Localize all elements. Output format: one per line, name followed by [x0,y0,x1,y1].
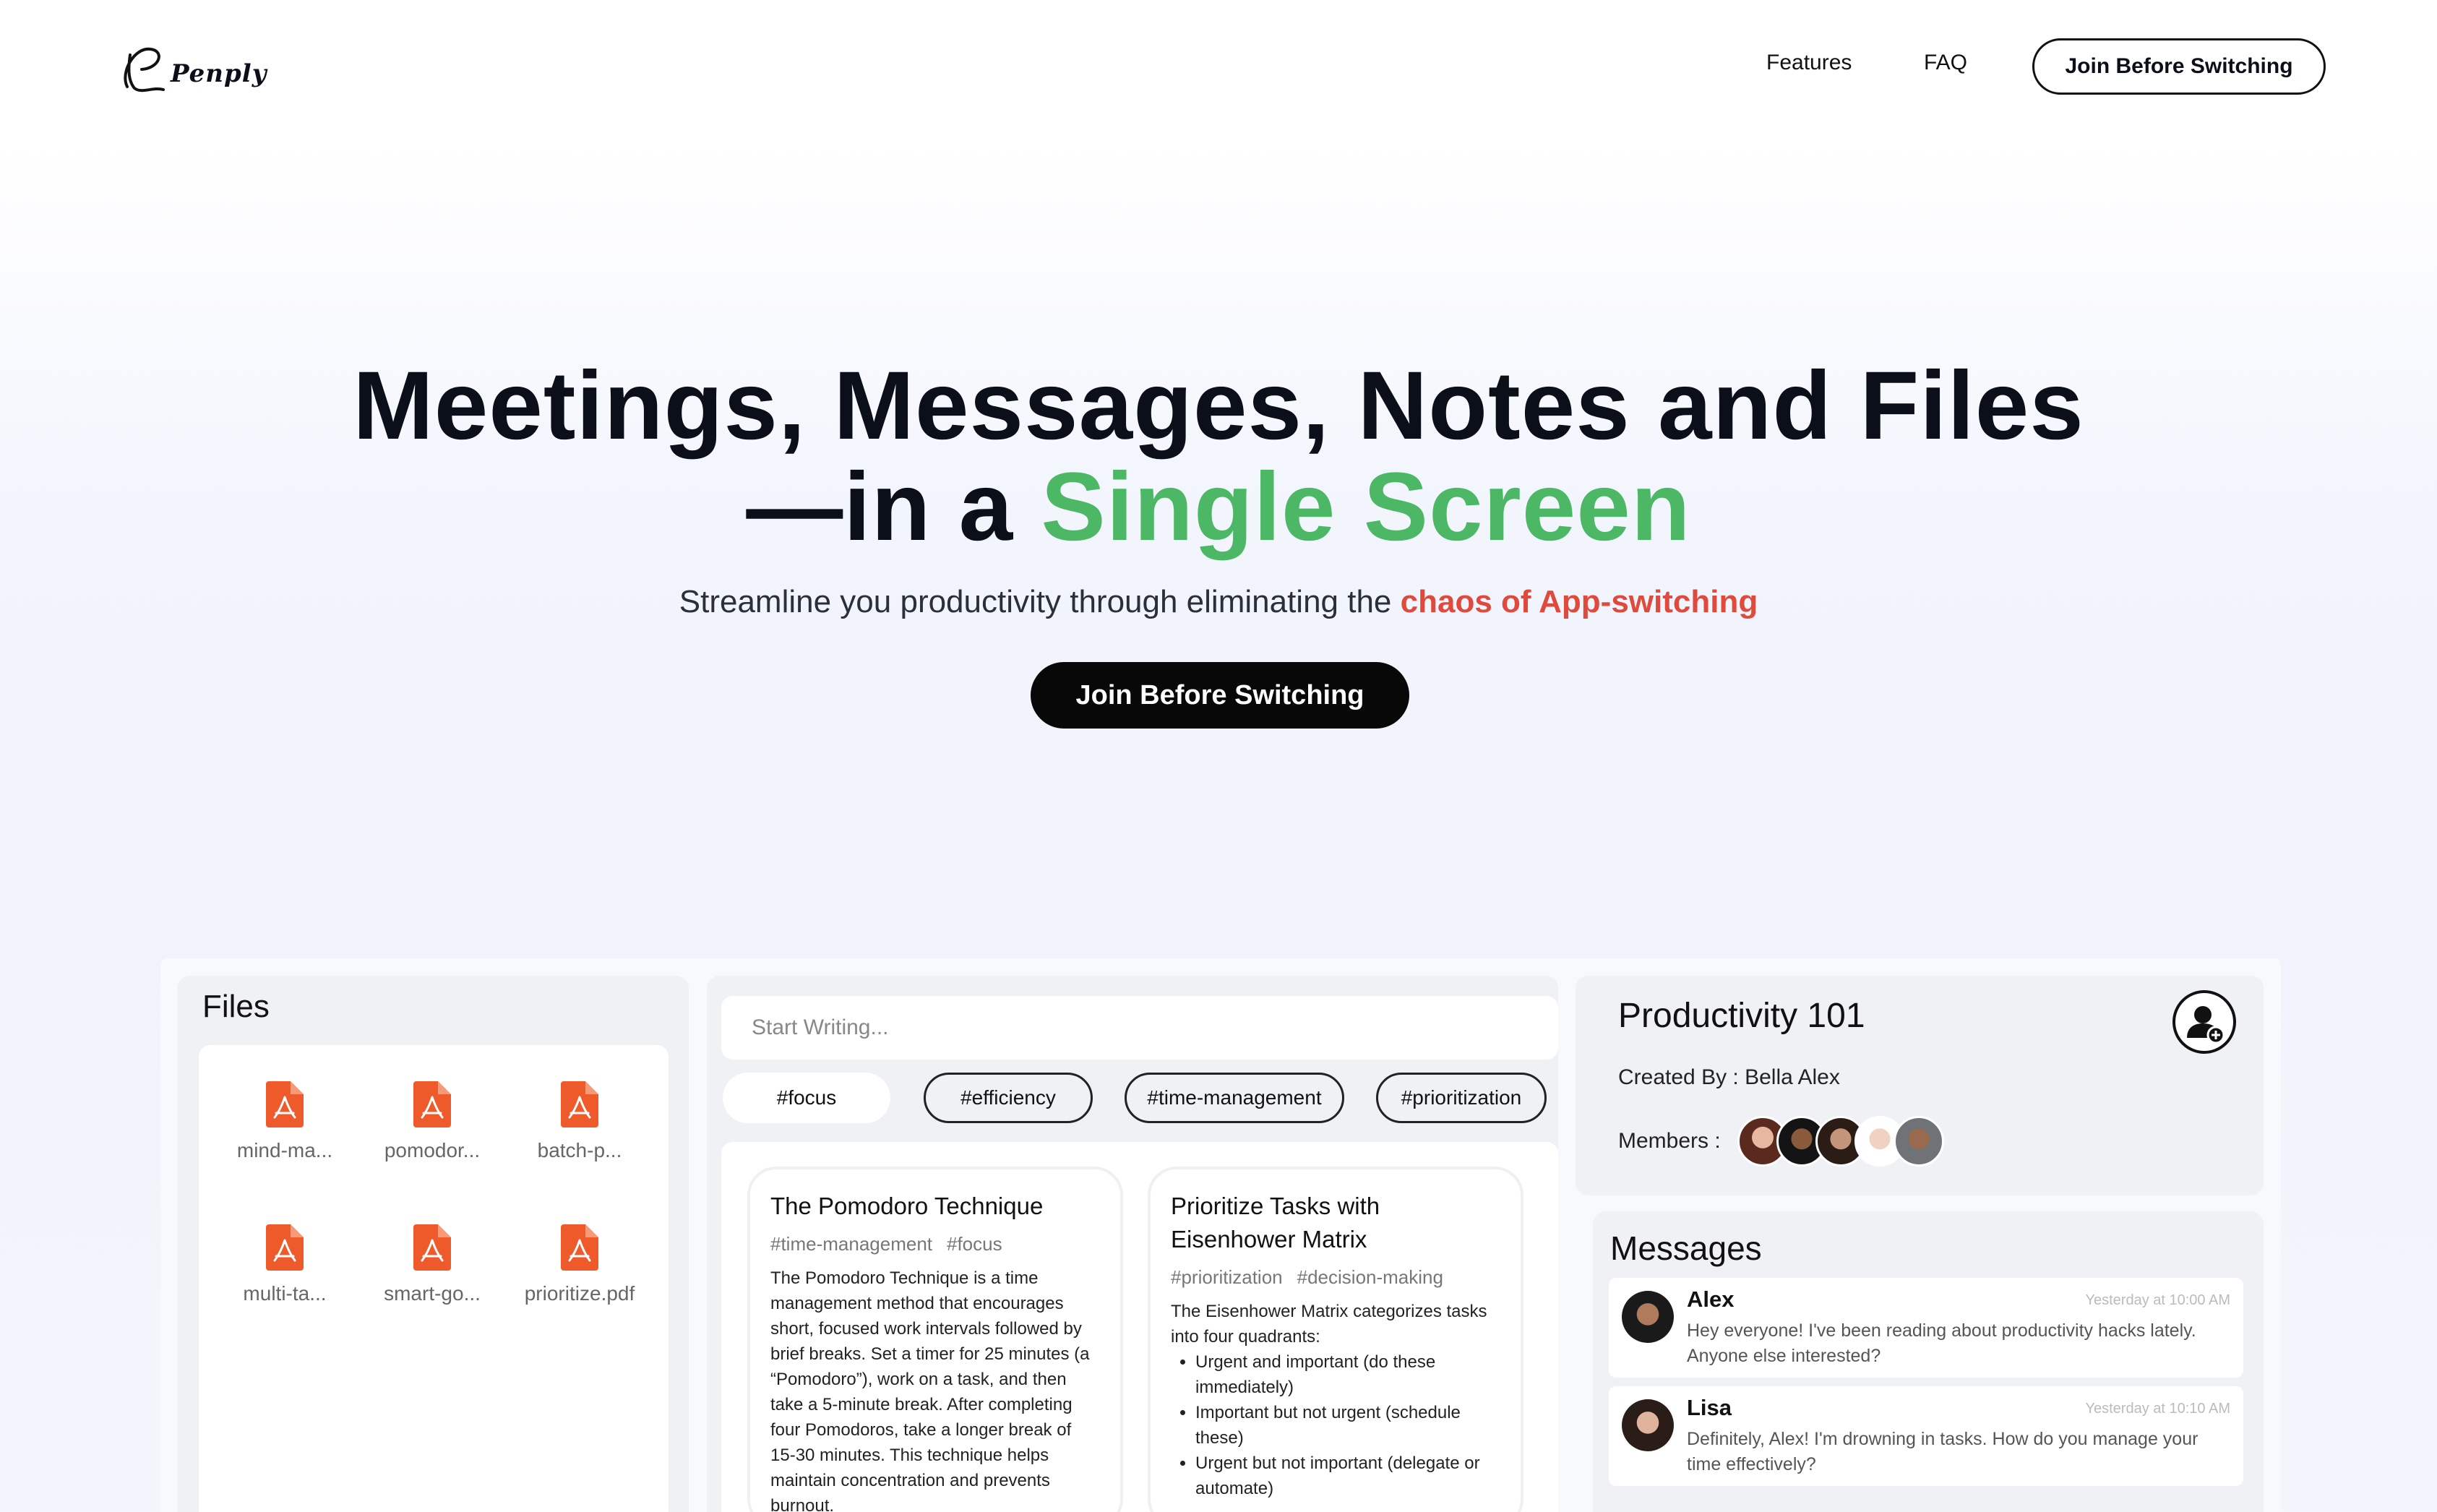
file-name: mind-ma... [236,1139,333,1161]
pdf-icon [413,1224,451,1271]
note-card[interactable]: The Pomodoro Technique #time-management #… [747,1167,1123,1512]
group-creator: Created By : Bella Alex [1618,1065,1840,1090]
nav-link-features[interactable]: Features [1766,51,1852,75]
file-name: smart-go... [384,1282,481,1305]
message-author: Alex [1687,1287,1735,1312]
note-body: The Pomodoro Technique is a time managem… [770,1268,1090,1512]
file-name: batch-p... [537,1139,622,1161]
files-title: Files [202,989,270,1024]
tag-time-management[interactable]: #time-management [1125,1073,1344,1123]
brand-name: Penply [171,59,267,88]
tag-prioritization[interactable]: #prioritization [1376,1073,1547,1123]
tag-focus[interactable]: #focus [723,1073,890,1123]
pdf-icon [561,1081,598,1127]
hero-title-prefix: —in a [746,453,1041,561]
pdf-icon [561,1224,598,1271]
note-editor-input[interactable]: Start Writing... [721,996,1558,1060]
avatar [1622,1291,1674,1343]
nav-join-button[interactable]: Join Before Switching [2032,38,2326,95]
add-member-button[interactable] [2172,990,2236,1054]
note-body: The Eisenhower Matrix categorizes tasks … [1171,1299,1500,1501]
top-nav: Penply Features FAQ Join Before Switchin… [0,0,2437,134]
file-item[interactable]: multi-ta... [212,1224,357,1305]
penply-logo[interactable]: Penply [113,36,266,101]
group-title: Productivity 101 [1618,997,1865,1035]
pdf-icon [266,1081,304,1127]
file-item[interactable]: batch-p... [507,1081,652,1162]
note-tags: #prioritization #decision-making [1171,1266,1500,1289]
messages-title: Messages [1610,1229,1762,1267]
note-body-intro: The Eisenhower Matrix categorizes tasks … [1171,1302,1487,1346]
tag-efficiency[interactable]: #efficiency [924,1073,1093,1123]
message-item[interactable]: Lisa Yesterday at 10:10 AM Definitely, A… [1609,1386,2243,1486]
message-text: Definitely, Alex! I'm drowning in tasks.… [1687,1429,2199,1474]
avatar [1622,1399,1674,1451]
note-bullet: Urgent and important (do these immediate… [1195,1349,1500,1400]
file-item[interactable]: prioritize.pdf [507,1224,652,1305]
note-title: Prioritize Tasks with Eisenhower Matrix [1171,1193,1380,1253]
pdf-icon [266,1224,304,1271]
hero-title-highlight: Single Screen [1041,453,1691,561]
pdf-icon [413,1081,451,1127]
message-time: Yesterday at 10:10 AM [2085,1401,2230,1417]
file-item[interactable]: pomodor... [360,1081,504,1162]
members-label: Members : [1618,1129,1721,1153]
hero-subtitle: Streamline you productivity through elim… [0,584,2437,620]
logo-signature-icon [124,47,165,93]
message-time: Yesterday at 10:00 AM [2085,1292,2230,1308]
note-bullet: Important but not urgent (schedule these… [1195,1400,1500,1451]
note-title: The Pomodoro Technique [770,1193,1044,1219]
file-item[interactable]: mind-ma... [212,1081,357,1162]
file-name: prioritize.pdf [524,1282,635,1305]
note-tags: #time-management #focus [770,1233,1100,1255]
hero-subtitle-prefix: Streamline you productivity through elim… [679,584,1401,619]
file-name: pomodor... [384,1139,481,1161]
add-user-icon [2187,1006,2225,1044]
file-name: multi-ta... [243,1282,327,1305]
member-avatar[interactable] [1894,1116,1944,1167]
message-author: Lisa [1687,1395,1732,1420]
nav-link-faq[interactable]: FAQ [1924,51,1967,75]
note-bullet-list: Urgent and important (do these immediate… [1171,1349,1500,1501]
note-tag: #prioritization [1171,1266,1283,1288]
note-card[interactable]: Prioritize Tasks with Eisenhower Matrix … [1148,1167,1523,1512]
hero-join-button[interactable]: Join Before Switching [1031,662,1409,729]
creator-name: Bella Alex [1745,1065,1840,1089]
note-tag: #time-management [770,1233,932,1255]
hero-title-line1: Meetings, Messages, Notes and Files [353,352,2084,460]
hero-title-line2: —in a Single Screen [0,457,2437,558]
hero-title: Meetings, Messages, Notes and Files —in … [0,356,2437,558]
message-item[interactable]: Alex Yesterday at 10:00 AM Hey everyone!… [1609,1278,2243,1378]
note-tag: #focus [947,1233,1002,1255]
message-text: Hey everyone! I've been reading about pr… [1687,1320,2196,1366]
created-by-label: Created By : [1618,1065,1745,1089]
file-item[interactable]: smart-go... [360,1224,504,1305]
note-bullet: Urgent but not important (delegate or au… [1195,1451,1500,1501]
hero-subtitle-highlight: chaos of App-switching [1400,584,1758,619]
note-tag: #decision-making [1297,1266,1443,1288]
